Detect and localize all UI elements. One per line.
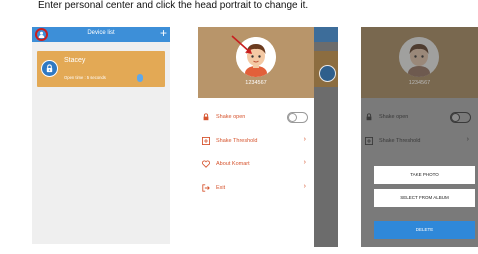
chevron-right-icon: ›	[466, 136, 469, 143]
underlying-lock-icon	[319, 65, 336, 82]
user-id: 1234567	[408, 80, 431, 86]
chevron-right-icon: ›	[303, 136, 306, 143]
threshold-icon	[364, 136, 374, 146]
tutorial-screenshot: Enter personal center and click the head…	[0, 0, 478, 254]
instruction-text: Enter personal center and click the head…	[38, 0, 309, 11]
delete-button[interactable]: DELETE	[374, 221, 475, 239]
photo-picker-screen: 1234567 Shake open Shake Threshold › TAK…	[361, 27, 478, 247]
device-name: Stacey	[64, 57, 86, 64]
take-photo-button[interactable]: TAKE PHOTO	[374, 166, 475, 184]
menu-item-shake-open[interactable]: Shake open	[202, 112, 310, 124]
toggle-knob	[451, 113, 460, 122]
menu-item-about[interactable]: About Komart ›	[202, 159, 310, 171]
menu-label: Shake open	[216, 114, 246, 120]
menu-item-shake-open-dimmed: Shake open	[365, 112, 473, 124]
shake-open-toggle[interactable]	[287, 112, 308, 123]
profile-header: 1234567	[198, 27, 314, 98]
toggle-knob	[288, 113, 297, 122]
select-from-album-button[interactable]: SELECT FROM ALBUM	[374, 189, 475, 207]
exit-icon	[202, 184, 211, 193]
device-card[interactable]: Stacey Open time : 5 seconds	[37, 51, 165, 87]
chevron-right-icon: ›	[303, 159, 306, 166]
app-header: Device list +	[32, 27, 170, 42]
heart-icon	[202, 160, 211, 169]
drawer-panel: 1234567 Shake open Shake Threshold › Abo…	[198, 27, 314, 247]
pointer-arrow-icon	[231, 35, 252, 54]
menu-label: Exit	[216, 185, 226, 191]
device-status: Open time : 5 seconds	[64, 75, 106, 80]
shake-lock-icon	[365, 113, 374, 122]
lock-icon	[41, 60, 58, 77]
menu-item-shake-threshold-dimmed: Shake Threshold ›	[364, 136, 473, 148]
header-title: Device list	[87, 30, 115, 36]
personal-center-drawer: 1234567 Shake open Shake Threshold › Abo…	[198, 27, 338, 247]
underlying-header	[314, 27, 338, 42]
profile-header-dimmed: 1234567	[361, 27, 478, 98]
menu-item-shake-threshold[interactable]: Shake Threshold ›	[201, 136, 310, 148]
shake-open-toggle	[450, 112, 471, 123]
menu-item-exit[interactable]: Exit ›	[202, 183, 310, 195]
shake-lock-icon	[202, 113, 211, 122]
device-list-screen: Device list + Stacey Open time : 5 secon…	[32, 27, 170, 244]
signal-icon	[137, 74, 143, 82]
menu-label: About Komart	[216, 161, 250, 167]
threshold-icon	[201, 136, 211, 146]
menu-label: Shake open	[379, 114, 409, 120]
head-portrait-dimmed	[399, 37, 439, 77]
cartoon-avatar-icon	[399, 37, 439, 77]
add-device-button[interactable]: +	[160, 27, 167, 40]
menu-label: Shake Threshold	[379, 138, 421, 144]
user-id: 1234567	[245, 80, 267, 86]
chevron-right-icon: ›	[303, 183, 306, 190]
menu-label: Shake Threshold	[216, 138, 258, 144]
